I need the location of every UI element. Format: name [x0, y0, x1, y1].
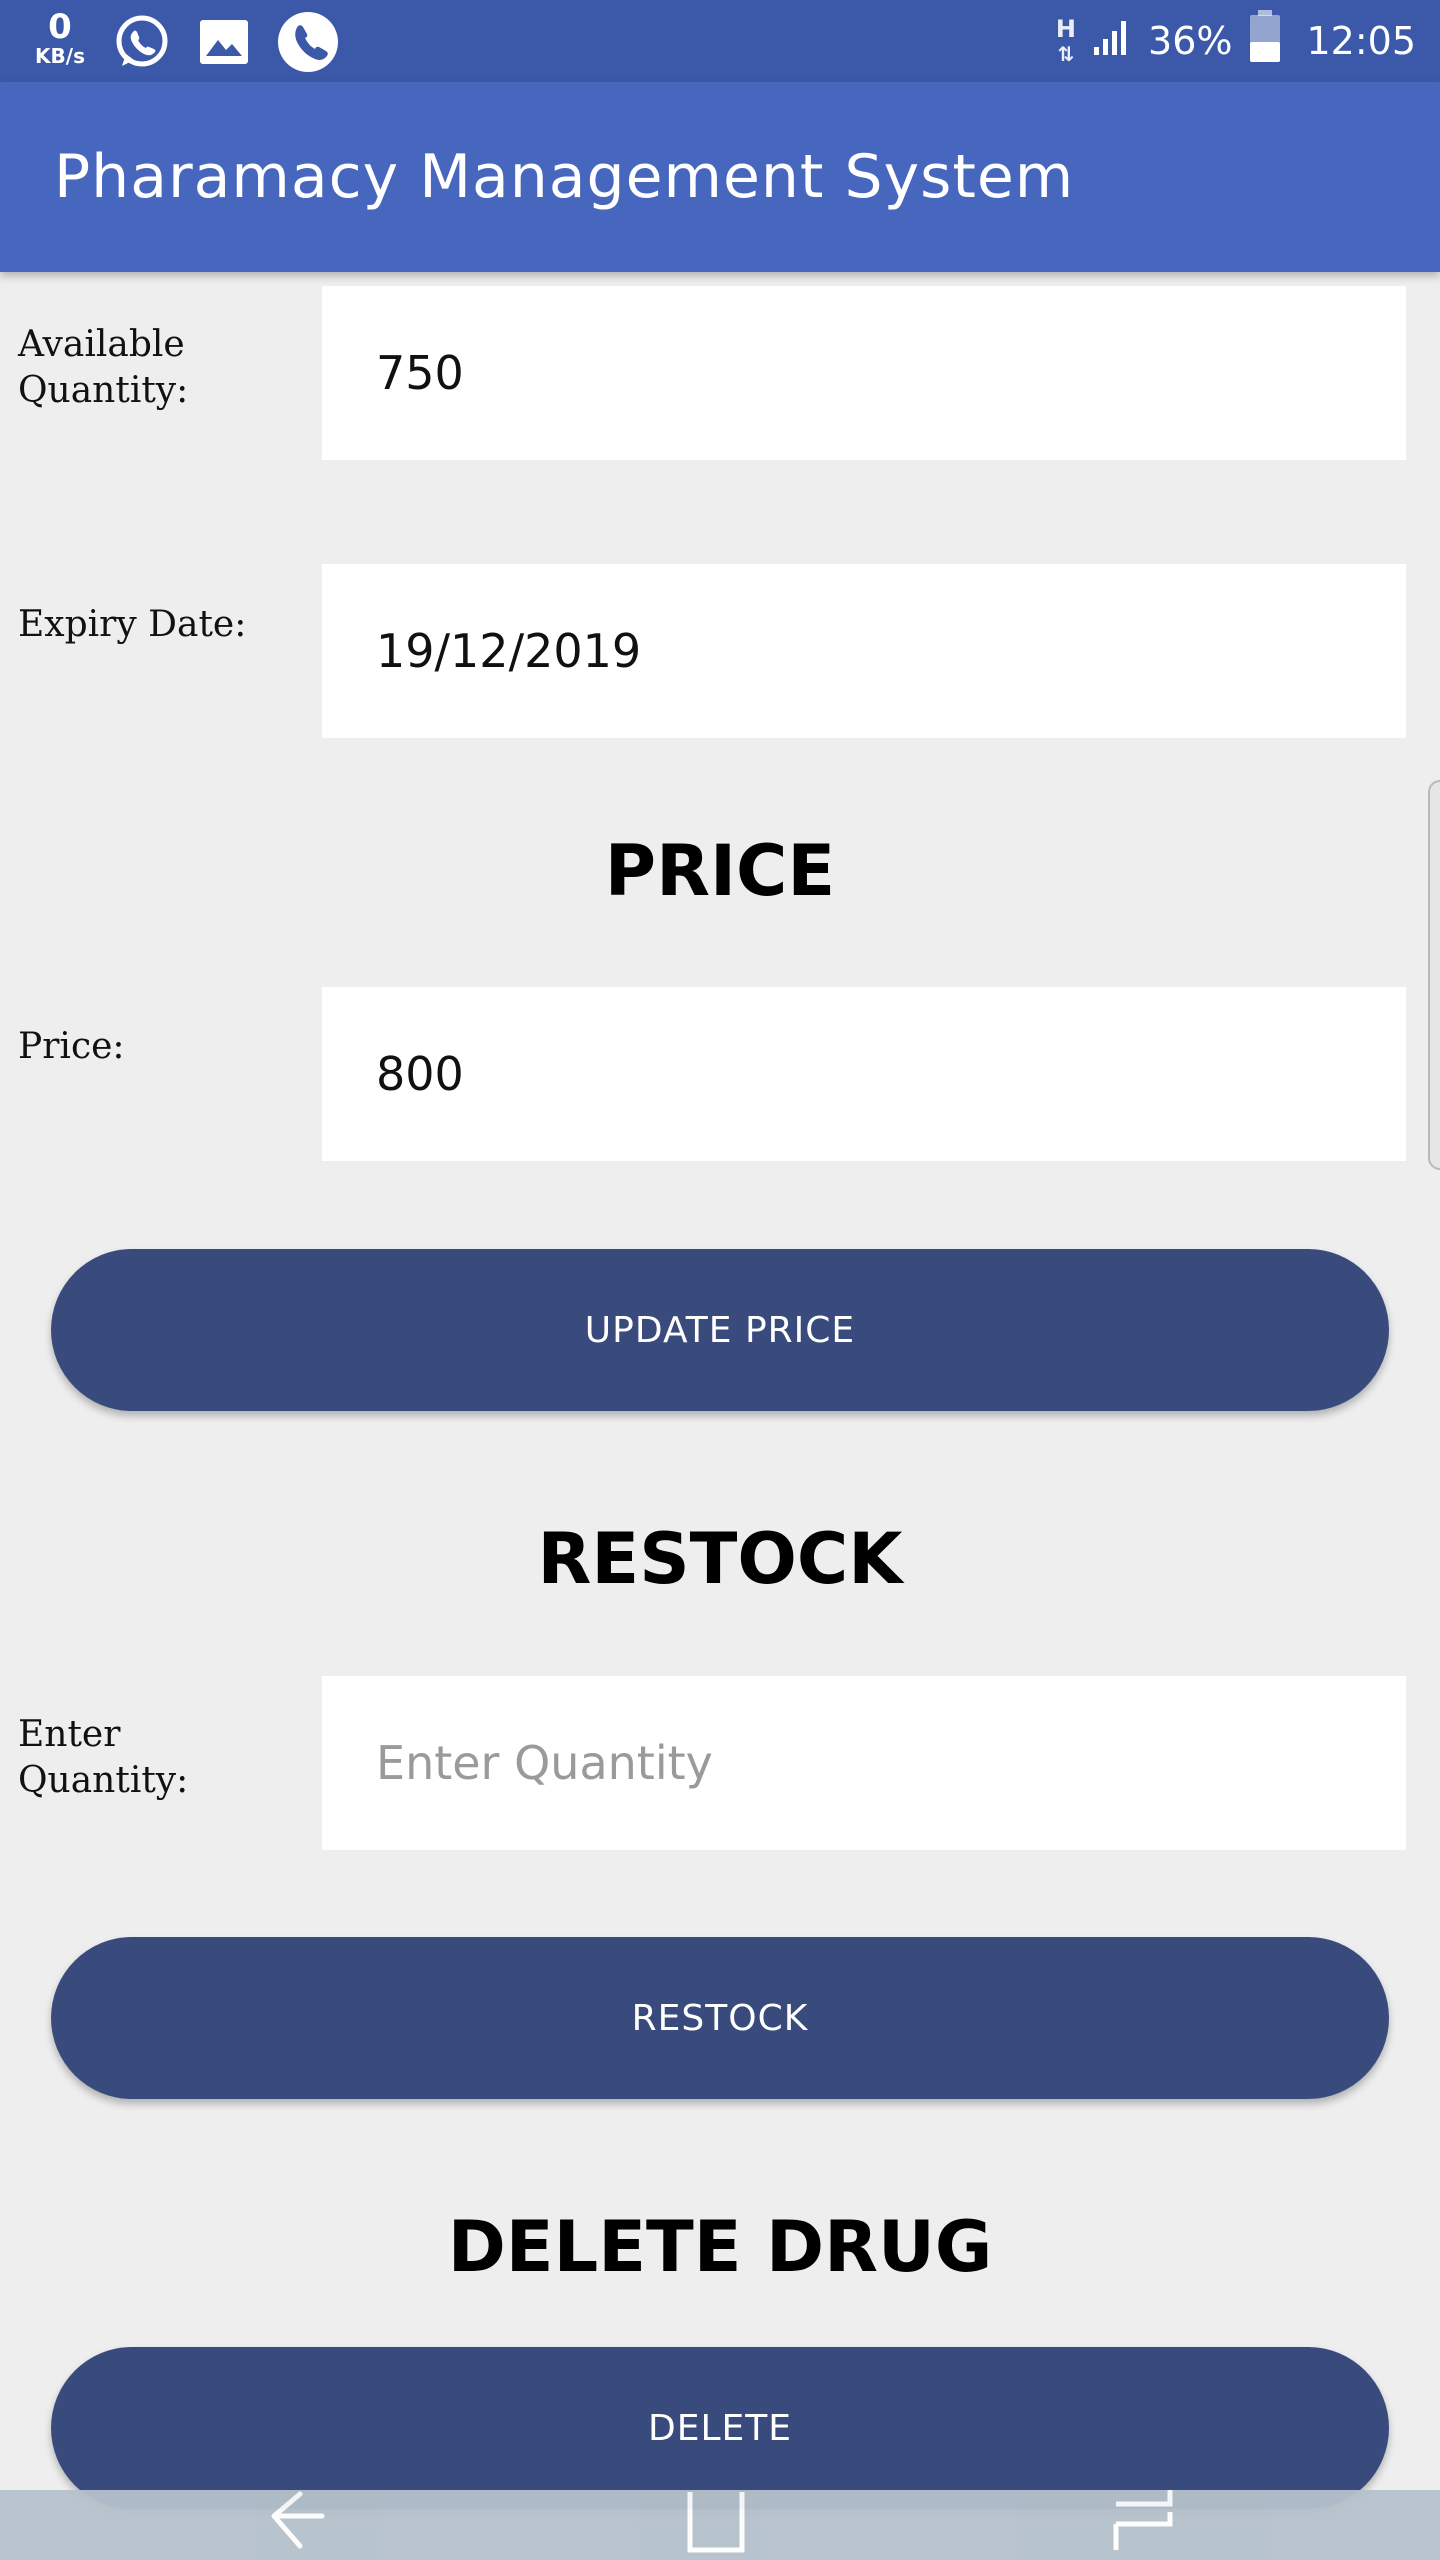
navigation-bar — [0, 2490, 1440, 2560]
price-label: Price: — [18, 1026, 125, 1067]
expiry-date-label: Expiry Date: — [18, 604, 247, 645]
network-type-label: H — [1055, 15, 1077, 43]
network-type: H ⇅ — [1056, 17, 1076, 65]
data-arrows-icon: ⇅ — [1057, 42, 1075, 66]
available-quantity-field[interactable] — [322, 286, 1406, 460]
network-speed-unit: KB/s — [35, 44, 85, 68]
available-quantity-label: Available Quantity: — [18, 324, 189, 411]
phone-icon — [276, 10, 340, 78]
price-field[interactable] — [322, 987, 1406, 1161]
delete-section-title: DELETE DRUG — [447, 2206, 993, 2288]
clock: 12:05 — [1306, 19, 1416, 63]
network-speed-value: 0 — [48, 7, 72, 47]
signal-icon — [1092, 17, 1132, 66]
delete-button[interactable]: DELETE — [51, 2347, 1389, 2509]
home-icon[interactable] — [684, 2490, 754, 2560]
image-icon — [196, 16, 252, 72]
screen: 0 KB/s H ⇅ 36% 12:05 Pharamacy Managemen… — [0, 0, 1440, 2560]
restock-quantity-field[interactable] — [322, 1676, 1406, 1850]
battery-percentage: 36% — [1148, 19, 1233, 63]
app-title: Pharamacy Management System — [54, 142, 1075, 212]
enter-quantity-label: Enter Quantity: — [18, 1714, 189, 1801]
status-bar: 0 KB/s H ⇅ 36% 12:05 — [0, 0, 1440, 82]
whatsapp-icon — [112, 12, 172, 76]
update-price-button[interactable]: UPDATE PRICE — [51, 1249, 1389, 1411]
restock-button[interactable]: RESTOCK — [51, 1937, 1389, 2099]
price-section-title: PRICE — [604, 830, 836, 912]
expiry-date-field[interactable] — [322, 564, 1406, 738]
scrollbar[interactable] — [1428, 780, 1440, 1170]
status-right: H ⇅ 36% 12:05 — [1056, 0, 1416, 82]
network-speed: 0 KB/s — [28, 10, 92, 66]
back-icon[interactable] — [262, 2490, 332, 2560]
battery-icon — [1248, 9, 1282, 73]
restock-section-title: RESTOCK — [537, 1518, 903, 1600]
app-bar: Pharamacy Management System — [0, 82, 1440, 272]
recent-apps-icon[interactable] — [1106, 2490, 1176, 2560]
